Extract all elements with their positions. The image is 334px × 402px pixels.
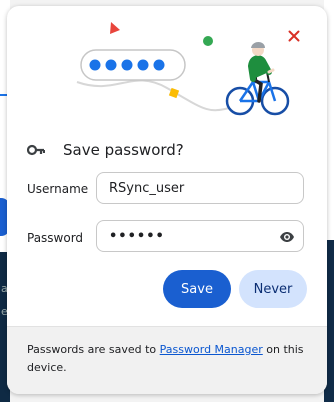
dialog-title: Save password? xyxy=(63,141,184,159)
save-password-dialog: Save password? Username RSync_user Passw… xyxy=(7,6,327,394)
key-icon xyxy=(27,144,45,156)
cyclist-illustration xyxy=(76,22,290,116)
password-value: •••••• xyxy=(109,228,165,244)
password-manager-link[interactable]: Password Manager xyxy=(160,343,263,356)
eye-icon[interactable] xyxy=(279,229,295,245)
username-label: Username xyxy=(27,182,89,196)
close-icon xyxy=(288,30,300,42)
password-field[interactable]: •••••• xyxy=(96,220,304,252)
save-button[interactable]: Save xyxy=(163,270,231,308)
dialog-footer: Passwords are saved to Password Manager … xyxy=(7,326,327,394)
password-label: Password xyxy=(27,231,84,245)
dialog-header: Save password? xyxy=(27,141,184,159)
close-button[interactable] xyxy=(284,26,304,46)
never-button[interactable]: Never xyxy=(239,270,307,308)
username-field[interactable]: RSync_user xyxy=(96,172,304,204)
footer-text: Passwords are saved to xyxy=(27,343,160,356)
username-value: RSync_user xyxy=(109,180,185,196)
